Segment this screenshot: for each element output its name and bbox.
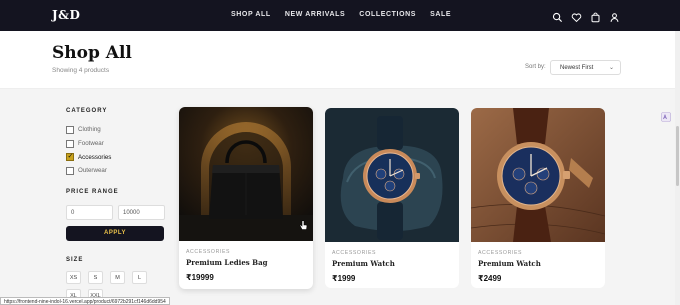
product-image[interactable]: [325, 108, 459, 242]
nav-collections[interactable]: COLLECTIONS: [359, 11, 416, 18]
product-card[interactable]: ACCESSORIES Premium Watch ₹1999: [325, 108, 459, 288]
category-heading: CATEGORY: [66, 108, 108, 114]
nav-sale[interactable]: SALE: [430, 11, 451, 18]
category-item-footwear[interactable]: Footwear: [66, 137, 166, 151]
price-max-input[interactable]: 10000: [118, 205, 165, 220]
page-title: Shop All: [52, 43, 132, 63]
nav-new-arrivals[interactable]: NEW ARRIVALS: [285, 11, 345, 18]
link-status-bar: https://frontend-nine-indol-16.vercel.ap…: [0, 297, 170, 305]
product-image[interactable]: [179, 107, 313, 241]
category-list: Clothing Footwear Accessories Outerwear: [66, 123, 166, 178]
scrollbar-thumb[interactable]: [676, 126, 679, 186]
price-range-heading: PRICE RANGE: [66, 189, 119, 195]
apply-button[interactable]: APPLY: [66, 226, 164, 241]
category-label: Accessories: [78, 153, 112, 161]
product-price: ₹2499: [478, 274, 502, 283]
chevron-down-icon: ⌄: [608, 65, 614, 71]
sort-label: Sort by:: [525, 64, 546, 70]
product-count: Showing 4 products: [52, 67, 110, 74]
category-label: Outerwear: [78, 167, 107, 175]
size-option-xs[interactable]: XS: [66, 271, 81, 284]
checkbox-checked[interactable]: [66, 152, 74, 162]
price-min-input[interactable]: 0: [66, 205, 113, 220]
brand-logo[interactable]: J&D: [52, 8, 80, 22]
checkbox[interactable]: [66, 125, 74, 134]
product-category: ACCESSORIES: [332, 250, 377, 256]
category-item-outerwear[interactable]: Outerwear: [66, 164, 166, 178]
product-name[interactable]: Premium Ledies Bag: [186, 258, 268, 267]
price-range-inputs: 0 10000: [66, 205, 165, 220]
product-category: ACCESSORIES: [478, 250, 523, 256]
category-item-accessories[interactable]: Accessories: [66, 150, 166, 164]
category-label: Footwear: [78, 140, 104, 148]
product-price: ₹19999: [186, 273, 214, 282]
heart-icon[interactable]: [571, 10, 582, 23]
sort-value: Newest First: [560, 65, 594, 71]
header-icons: [552, 10, 620, 23]
checkbox[interactable]: [66, 166, 74, 175]
size-option-s[interactable]: S: [88, 271, 103, 284]
hand-cursor-icon: [299, 218, 308, 230]
top-navigation-bar: J&D SHOP ALL NEW ARRIVALS COLLECTIONS SA…: [0, 0, 680, 31]
product-name[interactable]: Premium Watch: [332, 259, 395, 268]
product-card[interactable]: ACCESSORIES Premium Watch ₹2499: [471, 108, 605, 288]
product-card[interactable]: ACCESSORIES Premium Ledies Bag ₹19999: [179, 107, 313, 289]
checkbox[interactable]: [66, 139, 74, 148]
product-name[interactable]: Premium Watch: [478, 259, 541, 268]
translate-widget-icon[interactable]: [661, 109, 671, 122]
sort-select[interactable]: Newest First ⌄: [550, 60, 621, 75]
category-item-clothing[interactable]: Clothing: [66, 123, 166, 137]
size-options: XS S M L: [66, 271, 147, 284]
page-scrollbar[interactable]: [675, 31, 680, 305]
size-option-m[interactable]: M: [110, 271, 125, 284]
search-icon[interactable]: [552, 10, 563, 23]
product-category: ACCESSORIES: [186, 249, 231, 255]
size-option-l[interactable]: L: [132, 271, 147, 284]
product-image[interactable]: [471, 108, 605, 242]
category-label: Clothing: [78, 126, 101, 134]
filter-sidebar: CATEGORY Clothing Footwear Accessories O…: [66, 108, 166, 302]
main-nav: SHOP ALL NEW ARRIVALS COLLECTIONS SALE: [231, 11, 451, 18]
bag-icon[interactable]: [590, 10, 601, 23]
size-heading: SIZE: [66, 257, 84, 263]
nav-shop-all[interactable]: SHOP ALL: [231, 11, 271, 18]
page-header: Shop All Showing 4 products Sort by: New…: [0, 31, 680, 89]
user-icon[interactable]: [609, 10, 620, 23]
product-price: ₹1999: [332, 274, 356, 283]
